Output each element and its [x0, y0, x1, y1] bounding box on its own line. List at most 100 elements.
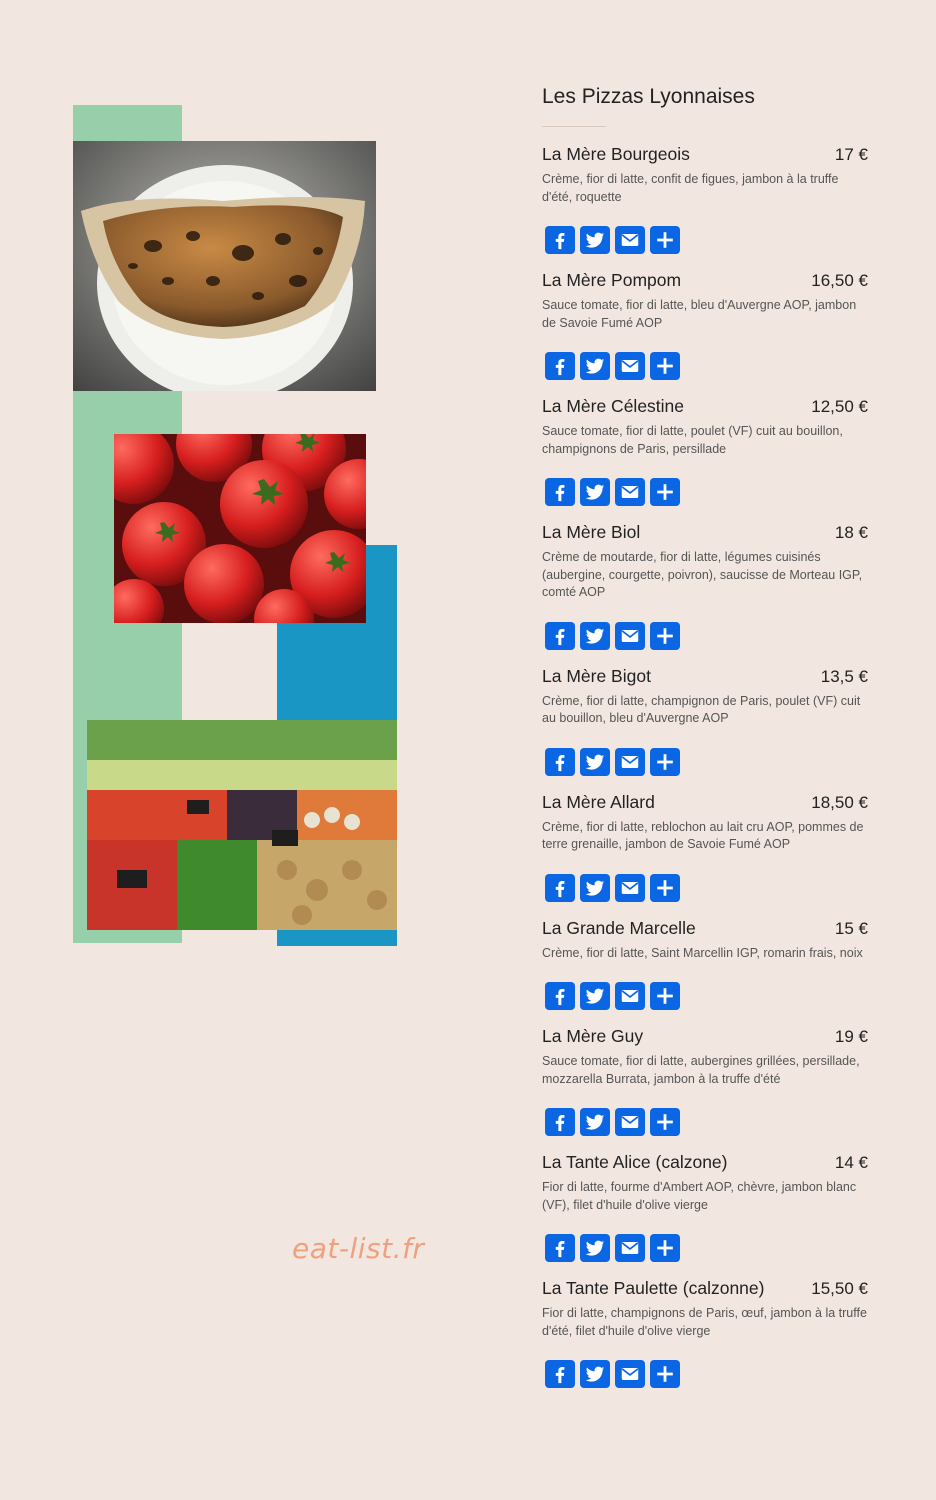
plus-icon	[657, 1114, 673, 1130]
facebook-share-button[interactable]	[545, 1108, 575, 1136]
plus-icon	[657, 232, 673, 248]
email-icon	[621, 234, 639, 246]
facebook-icon	[555, 1366, 565, 1384]
facebook-icon	[555, 484, 565, 502]
facebook-share-button[interactable]	[545, 352, 575, 380]
twitter-icon	[585, 358, 605, 374]
pizza-menu: Les Pizzas Lyonnaises La Mère Bourgeois …	[542, 82, 868, 1404]
plus-icon	[657, 753, 673, 770]
menu-title: Les Pizzas Lyonnaises	[542, 85, 755, 108]
title-divider	[542, 126, 606, 127]
twitter-share-button[interactable]	[580, 1108, 610, 1136]
more-share-button[interactable]	[650, 982, 680, 1010]
twitter-share-button[interactable]	[580, 873, 610, 902]
email-share-button[interactable]	[615, 621, 645, 650]
twitter-icon	[585, 628, 605, 644]
menu-item: La Mère Célestine 12,50 € Sauce tomate, …	[542, 396, 868, 506]
menu-item: La Grande Marcelle 15 € Crème, fior di l…	[542, 917, 868, 1010]
watermark: eat-list.fr	[292, 1232, 425, 1265]
twitter-share-button[interactable]	[580, 226, 610, 254]
facebook-share-button[interactable]	[545, 873, 575, 902]
calzone-photo	[73, 141, 376, 391]
item-description: Fior di latte, champignons de Paris, œuf…	[542, 1306, 867, 1338]
share-buttons	[545, 982, 868, 1010]
more-share-button[interactable]	[650, 1108, 680, 1136]
share-buttons	[545, 621, 868, 650]
item-price: 19 €	[834, 1027, 868, 1046]
more-share-button[interactable]	[650, 352, 680, 380]
share-buttons	[545, 478, 868, 506]
facebook-share-button[interactable]	[545, 621, 575, 650]
more-share-button[interactable]	[650, 621, 680, 650]
twitter-share-button[interactable]	[580, 982, 610, 1010]
email-share-button[interactable]	[615, 1108, 645, 1136]
facebook-icon	[555, 988, 565, 1006]
email-icon	[621, 755, 639, 768]
share-buttons	[545, 226, 868, 254]
facebook-icon	[555, 628, 565, 645]
item-name: La Mère Célestine	[542, 396, 685, 416]
item-price: 14 €	[834, 1153, 868, 1172]
email-icon	[621, 881, 639, 894]
more-share-button[interactable]	[650, 747, 680, 776]
email-share-button[interactable]	[615, 1234, 645, 1262]
plus-icon	[657, 879, 673, 896]
facebook-icon	[555, 232, 565, 250]
more-share-button[interactable]	[650, 478, 680, 506]
item-price: 16,50 €	[811, 271, 868, 290]
twitter-icon	[585, 1240, 605, 1256]
facebook-icon	[555, 754, 565, 771]
facebook-share-button[interactable]	[545, 982, 575, 1010]
facebook-share-button[interactable]	[545, 226, 575, 254]
email-share-button[interactable]	[615, 352, 645, 380]
item-description: Fior di latte, fourme d'Ambert AOP, chèv…	[542, 1180, 857, 1212]
more-share-button[interactable]	[650, 1234, 680, 1262]
email-share-button[interactable]	[615, 873, 645, 902]
facebook-icon	[555, 358, 565, 376]
share-buttons	[545, 747, 868, 776]
menu-item: La Mère Bigot 13,5 € Crème, fior di latt…	[542, 666, 868, 776]
facebook-icon	[555, 880, 565, 897]
item-description: Sauce tomate, fior di latte, poulet (VF)…	[542, 424, 843, 456]
item-price: 12,50 €	[811, 397, 868, 416]
email-icon	[621, 486, 639, 498]
item-description: Sauce tomate, fior di latte, aubergines …	[542, 1054, 860, 1086]
twitter-icon	[585, 880, 605, 896]
item-name: La Mère Allard	[542, 791, 655, 812]
plus-icon	[657, 988, 673, 1004]
twitter-share-button[interactable]	[580, 1360, 610, 1388]
item-name: La Tante Alice (calzone)	[542, 1152, 728, 1172]
twitter-share-button[interactable]	[580, 478, 610, 506]
facebook-icon	[555, 1114, 565, 1132]
more-share-button[interactable]	[650, 226, 680, 254]
item-price: 13,5 €	[820, 666, 868, 686]
email-share-button[interactable]	[615, 226, 645, 254]
twitter-share-button[interactable]	[580, 1234, 610, 1262]
email-share-button[interactable]	[615, 982, 645, 1010]
plus-icon	[657, 358, 673, 374]
item-name: La Grande Marcelle	[542, 917, 696, 938]
email-share-button[interactable]	[615, 1360, 645, 1388]
twitter-share-button[interactable]	[580, 621, 610, 650]
item-price: 17 €	[834, 145, 868, 164]
more-share-button[interactable]	[650, 1360, 680, 1388]
item-name: La Tante Paulette (calzonne)	[542, 1278, 765, 1298]
item-description: Sauce tomate, fior di latte, bleu d'Auve…	[542, 298, 857, 330]
plus-icon	[657, 627, 673, 644]
facebook-share-button[interactable]	[545, 1234, 575, 1262]
email-share-button[interactable]	[615, 747, 645, 776]
item-name: La Mère Biol	[542, 522, 641, 542]
facebook-share-button[interactable]	[545, 1360, 575, 1388]
menu-item: La Mère Bourgeois 17 € Crème, fior di la…	[542, 144, 868, 254]
more-share-button[interactable]	[650, 873, 680, 902]
menu-item: La Tante Paulette (calzonne) 15,50 € Fio…	[542, 1278, 868, 1388]
twitter-share-button[interactable]	[580, 352, 610, 380]
twitter-share-button[interactable]	[580, 747, 610, 776]
facebook-share-button[interactable]	[545, 478, 575, 506]
facebook-share-button[interactable]	[545, 747, 575, 776]
email-icon	[621, 1242, 639, 1254]
item-name: La Mère Pompom	[542, 270, 682, 290]
share-buttons	[545, 352, 868, 380]
email-icon	[621, 990, 639, 1002]
email-share-button[interactable]	[615, 478, 645, 506]
